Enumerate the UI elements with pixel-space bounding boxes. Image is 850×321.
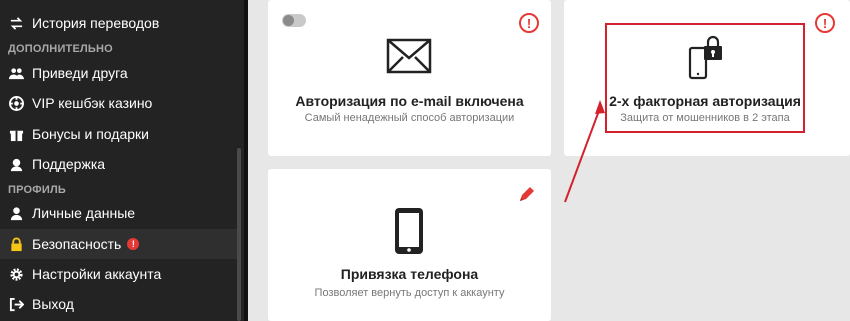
gift-icon xyxy=(8,126,24,142)
sidebar-item-label: Личные данные xyxy=(32,205,136,221)
phone-link-subtitle: Позволяет вернуть доступ к аккаунту xyxy=(314,287,505,299)
email-auth-toggle[interactable] xyxy=(282,14,306,27)
users-icon xyxy=(8,65,24,81)
email-auth-card[interactable]: ! Авторизация по e-mail включена Самый н… xyxy=(268,0,551,156)
support-icon xyxy=(8,156,24,172)
sidebar-item-personal-data[interactable]: Личные данные xyxy=(0,198,240,228)
sidebar-item-label: Выход xyxy=(32,296,74,312)
lock-icon xyxy=(8,236,24,252)
sidebar-item-support[interactable]: Поддержка xyxy=(0,149,240,179)
sidebar-item-security[interactable]: Безопасность ! xyxy=(0,229,240,259)
section-label-profile: ПРОФИЛЬ xyxy=(8,184,66,196)
sidebar-item-label: Приведи друга xyxy=(32,65,128,81)
sidebar-item-transfer-history[interactable]: История переводов xyxy=(0,8,240,38)
sidebar-item-vip-cashback[interactable]: VIP кешбэк казино xyxy=(0,88,240,118)
sidebar-item-label: Поддержка xyxy=(32,156,106,172)
casino-chip-icon xyxy=(8,95,24,111)
sidebar-divider xyxy=(244,0,248,321)
annotation-highlight-box xyxy=(605,23,805,133)
smartphone-icon xyxy=(395,208,423,254)
phone-link-card[interactable]: Привязка телефона Позволяет вернуть дост… xyxy=(268,169,551,321)
security-alert-icon: ! xyxy=(127,238,140,250)
twofa-warning-icon: ! xyxy=(815,13,835,33)
sidebar: История переводов ДОПОЛНИТЕЛЬНО Приведи … xyxy=(0,0,248,321)
gear-icon xyxy=(8,266,24,282)
email-auth-title: Авторизация по e-mail включена xyxy=(295,93,524,109)
section-label-extra: ДОПОЛНИТЕЛЬНО xyxy=(8,43,113,55)
sidebar-item-bonuses[interactable]: Бонусы и подарки xyxy=(0,119,240,149)
sidebar-item-label: VIP кешбэк казино xyxy=(32,95,153,111)
user-icon xyxy=(8,205,24,221)
sidebar-item-account-settings[interactable]: Настройки аккаунта xyxy=(0,259,240,289)
sidebar-item-label: История переводов xyxy=(32,15,160,31)
transfer-icon xyxy=(8,15,24,31)
sidebar-scrollbar[interactable] xyxy=(237,148,241,321)
sidebar-item-label: Безопасность xyxy=(32,236,122,252)
phone-link-title: Привязка телефона xyxy=(340,266,479,282)
email-auth-subtitle: Самый ненадежный способ авторизации xyxy=(304,112,515,124)
logout-icon xyxy=(8,296,24,312)
email-warning-icon: ! xyxy=(519,13,539,33)
edit-pencil-icon[interactable] xyxy=(517,186,535,204)
envelope-icon xyxy=(386,38,432,74)
sidebar-item-logout[interactable]: Выход xyxy=(0,289,240,319)
sidebar-item-label: Настройки аккаунта xyxy=(32,266,162,282)
sidebar-item-label: Бонусы и подарки xyxy=(32,126,149,142)
sidebar-item-invite-friend[interactable]: Приведи друга xyxy=(0,58,240,88)
